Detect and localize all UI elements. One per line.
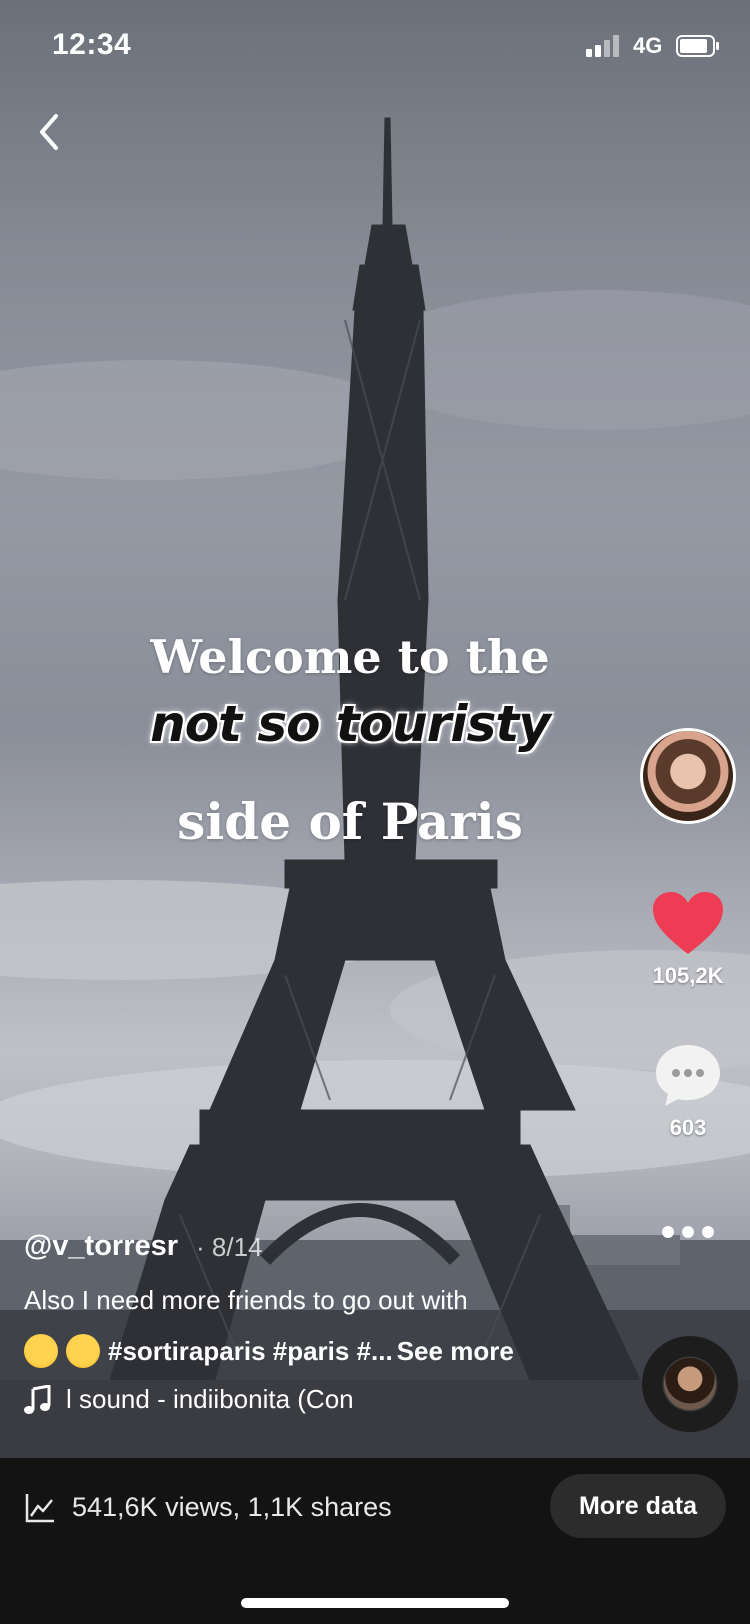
creator-avatar[interactable] — [640, 728, 736, 824]
status-bar: 12:34 4G — [0, 0, 750, 92]
comment-count: 603 — [669, 1115, 707, 1140]
sound-name: l sound - indiibonita (Con — [66, 1384, 354, 1414]
music-disc[interactable] — [642, 1336, 738, 1432]
home-indicator — [241, 1598, 509, 1608]
views-shares-text: 541,6K views, 1,1K shares — [72, 1492, 392, 1522]
clock: 12:34 — [52, 28, 132, 61]
comment-button[interactable]: 603 — [640, 1042, 736, 1141]
see-more-link[interactable]: See more — [397, 1336, 514, 1367]
caption-text: Also I need more friends to go out with — [24, 1285, 468, 1315]
like-button[interactable]: 105,2K — [640, 890, 736, 989]
heart-eyes-emoji — [66, 1334, 100, 1368]
signal-icon — [586, 35, 619, 57]
overlay-title-line3: side of Paris — [177, 792, 523, 851]
pleading-face-emoji — [24, 1334, 58, 1368]
post-date: · 8/14 — [196, 1232, 263, 1262]
caption-tags-row: #sortiraparis #paris #... See more — [24, 1334, 514, 1368]
overlay-title-line2: not so touristy — [150, 695, 551, 753]
heart-icon — [653, 892, 723, 954]
more-icon[interactable] — [658, 1222, 718, 1242]
network-type: 4G — [633, 33, 663, 58]
sound-cover-avatar — [664, 1358, 716, 1410]
username-link[interactable]: @v_torresr — [24, 1230, 178, 1263]
back-icon[interactable] — [30, 108, 70, 156]
more-data-button[interactable]: More data — [550, 1474, 726, 1538]
battery-icon — [676, 35, 719, 57]
comment-icon — [656, 1045, 720, 1106]
music-note-icon — [24, 1384, 51, 1414]
overlay-title-line1: Welcome to the — [150, 630, 550, 684]
hashtags[interactable]: #sortiraparis #paris #... — [108, 1336, 393, 1367]
sound-row[interactable]: l sound - indiibonita (Con — [24, 1384, 411, 1415]
stats-chart-icon — [25, 1494, 54, 1523]
like-count: 105,2K — [652, 963, 724, 988]
